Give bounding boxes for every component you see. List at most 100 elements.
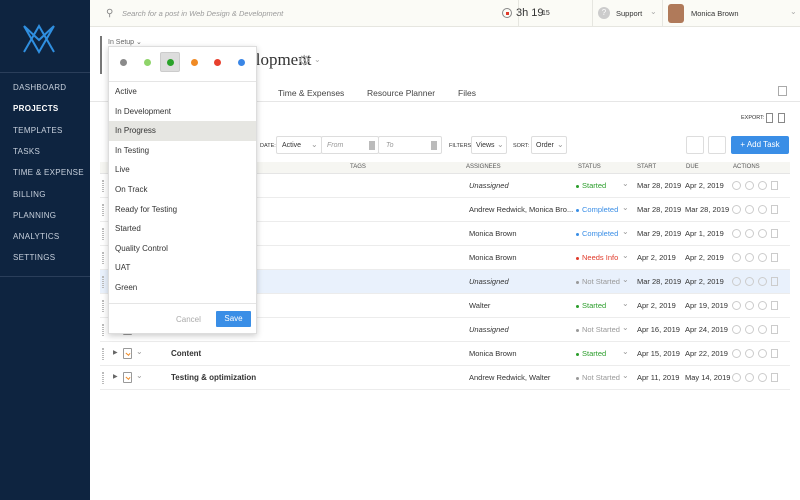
- sidebar-item-projects[interactable]: PROJECTS: [13, 104, 59, 113]
- timer-icon[interactable]: [745, 301, 754, 310]
- filters-select[interactable]: Views ⌄: [471, 136, 507, 154]
- chevron-down-icon[interactable]: ⌄: [622, 227, 629, 236]
- sort-select[interactable]: Order ⌄: [531, 136, 567, 154]
- timer-icon[interactable]: [745, 373, 754, 382]
- expand-icon[interactable]: ▶: [113, 349, 118, 356]
- trash-icon[interactable]: [771, 181, 778, 190]
- add-subtask-icon[interactable]: [732, 301, 741, 310]
- status-option[interactable]: On Track: [109, 180, 256, 200]
- trash-icon[interactable]: [771, 205, 778, 214]
- export-pdf-icon[interactable]: [766, 113, 773, 123]
- color-swatch[interactable]: [167, 59, 174, 66]
- timer-icon[interactable]: [745, 349, 754, 358]
- sidebar-item-settings[interactable]: SETTINGS: [13, 253, 55, 262]
- support-menu[interactable]: Support: [616, 9, 642, 18]
- add-subtask-icon[interactable]: [732, 349, 741, 358]
- tab-resource-planner[interactable]: Resource Planner: [367, 88, 435, 98]
- trash-icon[interactable]: [771, 301, 778, 310]
- project-status-dropdown[interactable]: In Setup ⌄: [108, 38, 142, 46]
- drag-handle-icon[interactable]: [102, 204, 104, 216]
- cancel-button[interactable]: Cancel: [176, 315, 201, 324]
- tab-time-expenses[interactable]: Time & Expenses: [278, 88, 344, 98]
- chevron-down-icon[interactable]: ⌄: [622, 251, 629, 260]
- timer-icon[interactable]: [745, 325, 754, 334]
- chevron-down-icon[interactable]: ⌄: [136, 347, 143, 356]
- chevron-down-icon[interactable]: ⌄: [622, 371, 629, 380]
- chevron-down-icon[interactable]: ⌄: [622, 299, 629, 308]
- color-swatch[interactable]: [214, 59, 221, 66]
- trash-icon[interactable]: [771, 349, 778, 358]
- settings-icon[interactable]: [758, 205, 767, 214]
- sidebar-item-billing[interactable]: BILLING: [13, 190, 46, 199]
- add-subtask-icon[interactable]: [732, 229, 741, 238]
- timer-icon[interactable]: [745, 229, 754, 238]
- save-button[interactable]: Save: [216, 311, 251, 327]
- color-swatch[interactable]: [120, 59, 127, 66]
- settings-icon[interactable]: [758, 253, 767, 262]
- settings-icon[interactable]: [758, 229, 767, 238]
- drag-handle-icon[interactable]: [102, 324, 104, 336]
- settings-icon[interactable]: [758, 301, 767, 310]
- add-subtask-icon[interactable]: [732, 205, 741, 214]
- archive-button[interactable]: [708, 136, 726, 154]
- settings-icon[interactable]: [758, 181, 767, 190]
- sidebar-item-time-expense[interactable]: TIME & EXPENSE: [13, 168, 84, 177]
- status-option[interactable]: In Development: [109, 102, 256, 122]
- search-input[interactable]: Search for a post in Web Design & Develo…: [122, 9, 422, 18]
- status-option[interactable]: Live: [109, 160, 256, 180]
- sidebar-item-analytics[interactable]: ANALYTICS: [13, 232, 60, 241]
- task-assignees[interactable]: Walter: [469, 301, 490, 310]
- status-option[interactable]: In Testing: [109, 141, 256, 161]
- chevron-down-icon[interactable]: ⌄: [622, 323, 629, 332]
- chevron-down-icon[interactable]: ⌄: [622, 347, 629, 356]
- status-option[interactable]: Quality Control: [109, 239, 256, 259]
- timer-icon[interactable]: [502, 8, 512, 18]
- settings-icon[interactable]: [758, 277, 767, 286]
- task-clipboard-icon[interactable]: [123, 372, 132, 383]
- status-option[interactable]: Ready for Testing: [109, 200, 256, 220]
- status-option[interactable]: In Progress: [109, 121, 256, 141]
- status-badge[interactable]: Completed: [576, 229, 618, 238]
- drag-handle-icon[interactable]: [102, 180, 104, 192]
- task-assignees[interactable]: Unassigned: [469, 277, 509, 286]
- add-subtask-icon[interactable]: [732, 253, 741, 262]
- to-date-input[interactable]: To: [378, 136, 442, 154]
- color-swatch[interactable]: [237, 59, 245, 66]
- status-badge[interactable]: Completed: [576, 205, 618, 214]
- trash-icon[interactable]: [771, 229, 778, 238]
- task-assignees[interactable]: Monica Brown: [469, 349, 517, 358]
- add-subtask-icon[interactable]: [732, 325, 741, 334]
- add-subtask-icon[interactable]: [732, 181, 741, 190]
- chevron-down-icon[interactable]: ⌄: [136, 371, 143, 380]
- task-name[interactable]: Testing & optimization: [171, 373, 256, 382]
- status-option[interactable]: Active: [109, 82, 256, 102]
- avatar[interactable]: [668, 4, 684, 23]
- dependencies-button[interactable]: [686, 136, 704, 154]
- status-badge[interactable]: Started: [576, 349, 606, 358]
- task-name[interactable]: Content: [171, 349, 201, 358]
- settings-icon[interactable]: [758, 349, 767, 358]
- from-date-input[interactable]: From: [321, 136, 379, 154]
- status-badge[interactable]: Started: [576, 301, 606, 310]
- drag-handle-icon[interactable]: [102, 228, 104, 240]
- drag-handle-icon[interactable]: [102, 300, 104, 312]
- date-select[interactable]: Active ⌄: [276, 136, 322, 154]
- expand-icon[interactable]: ▶: [113, 373, 118, 380]
- panel-icon[interactable]: [778, 86, 787, 96]
- gear-icon[interactable]: ⚙: [298, 52, 311, 69]
- sidebar-item-planning[interactable]: PLANNING: [13, 211, 56, 220]
- status-option[interactable]: Started: [109, 219, 256, 239]
- add-subtask-icon[interactable]: [732, 277, 741, 286]
- task-assignees[interactable]: Monica Brown: [469, 229, 517, 238]
- chevron-down-icon[interactable]: ⌄: [622, 203, 629, 212]
- status-option[interactable]: Green: [109, 278, 256, 298]
- drag-handle-icon[interactable]: [102, 276, 104, 288]
- status-badge[interactable]: Not Started: [576, 277, 620, 286]
- drag-handle-icon[interactable]: [102, 372, 104, 384]
- timer-icon[interactable]: [745, 181, 754, 190]
- task-clipboard-icon[interactable]: [123, 348, 132, 359]
- status-badge[interactable]: Needs Info: [576, 253, 618, 262]
- chevron-down-icon[interactable]: ⌄: [622, 179, 629, 188]
- user-menu[interactable]: Monica Brown: [691, 9, 739, 18]
- task-assignees[interactable]: Andrew Redwick, Monica Bro...: [469, 205, 573, 214]
